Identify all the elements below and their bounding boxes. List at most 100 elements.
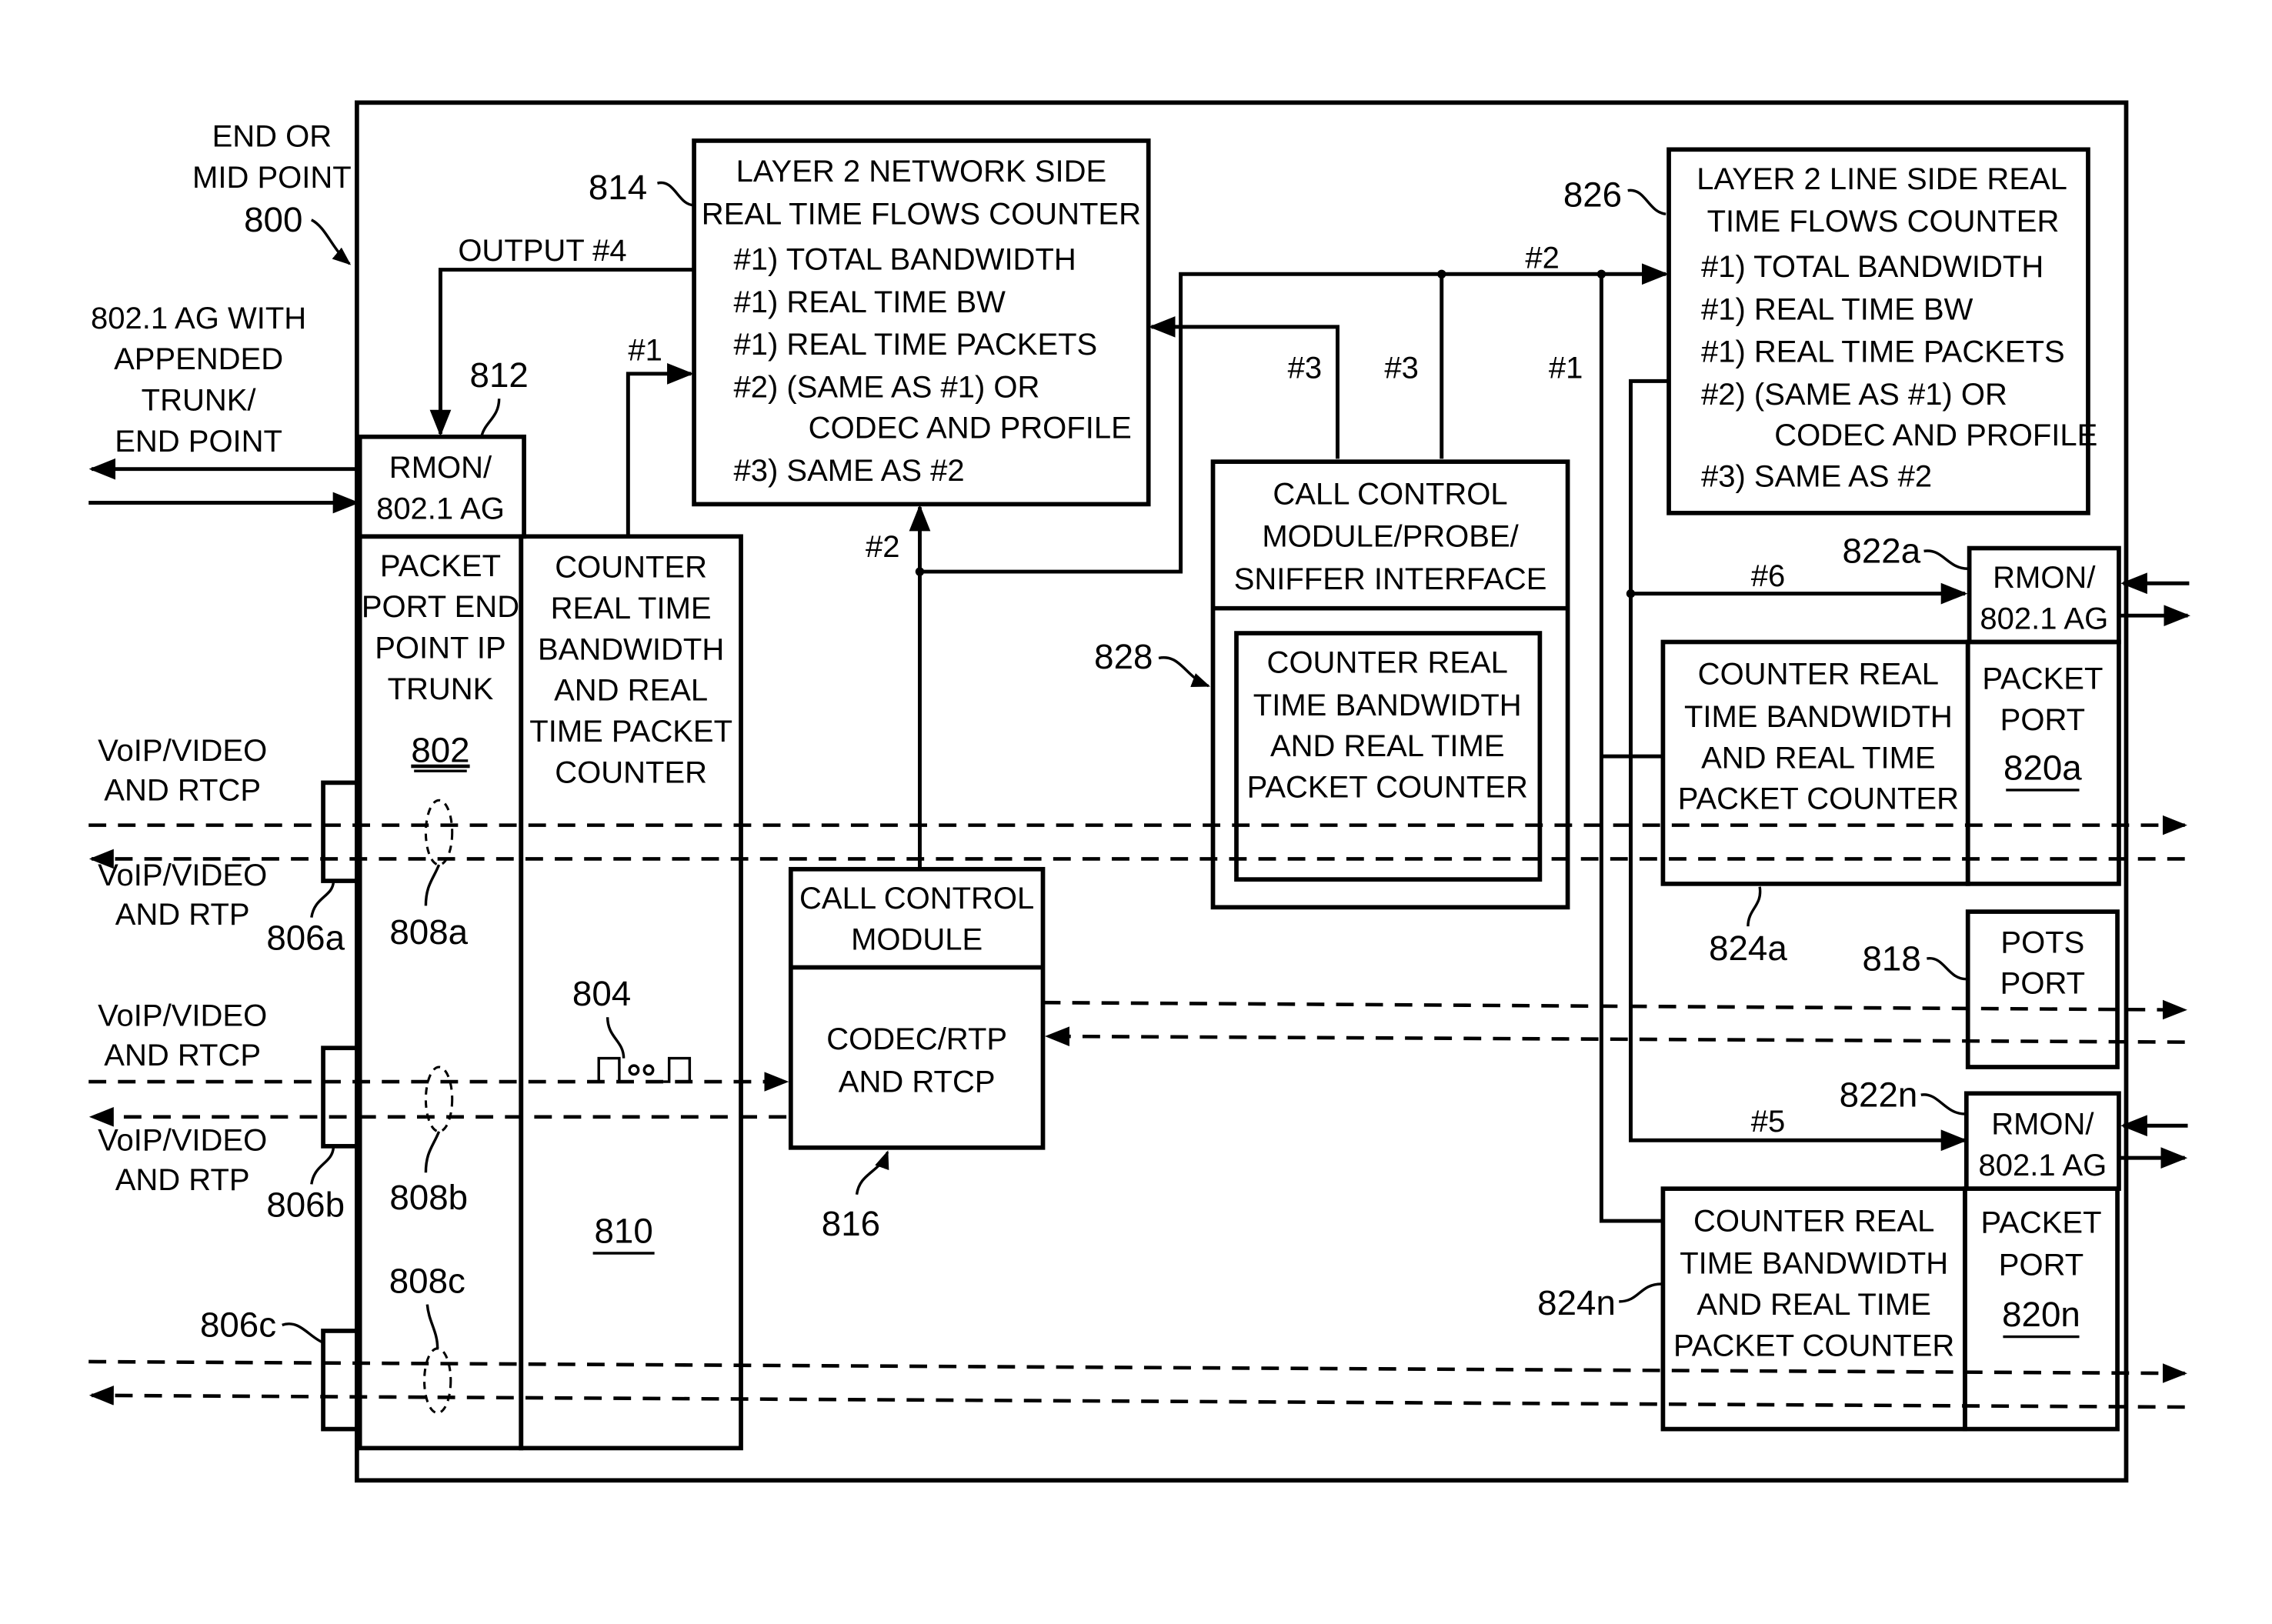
network-side-counter-814-block [692,138,1151,507]
switch-804-left [592,1056,621,1083]
tap-808b [424,1065,454,1133]
packet-port-820a-line1: PACKET [1982,662,2103,695]
leader-804 [606,1017,626,1059]
end-point-label-line2: MID POINT [192,161,352,195]
leader-822n [1920,1093,1966,1115]
counter-810-line3: BANDWIDTH [538,632,724,666]
counter-810-line1: COUNTER [555,551,707,585]
connector-2-label-top: #2 [1525,242,1559,275]
leader-824a [1747,886,1762,927]
ref-824n: 824n [1537,1283,1616,1322]
network-814-line3: #1) TOTAL BANDWIDTH [734,243,1076,277]
leader-818 [1927,957,1967,981]
ref-808a: 808a [389,912,468,952]
probe-828-inner2: TIME BANDWIDTH [1253,689,1522,722]
junction-dot [915,567,925,576]
ref-804: 804 [572,974,631,1013]
pots-818-line2: PORT [2000,967,2085,1001]
flow-label-rtcp-a-2: AND RTCP [104,773,261,807]
packet-port-802-line1: PACKET [380,549,501,583]
patent-figure-diagram: END OR MID POINT 800 802.1 AG WITH APPEN… [88,100,2190,1483]
flow-pots-inbound [1045,1026,2185,1046]
switch-804-contact [628,1064,640,1076]
flow-c-inbound [88,1386,2185,1409]
line-826-line7: CODEC AND PROFILE [1774,419,2097,452]
probe-828-inner4: PACKET COUNTER [1247,770,1528,804]
trunk-label-line2: APPENDED [114,342,283,376]
ref-808b: 808b [389,1178,468,1217]
ref-822n: 822n [1840,1075,1918,1114]
network-814-line5: #1) REAL TIME PACKETS [734,328,1098,362]
rmon-822n-line1: RMON/ [1991,1108,2094,1142]
packet-port-820n-line1: PACKET [1980,1205,2101,1239]
probe-828-inner3: AND REAL TIME [1270,729,1505,763]
leader-806a [310,882,335,919]
flow-label-rtp-b-2: AND RTP [115,1163,250,1197]
ref-820a: 820a [2003,749,2082,788]
ref-800: 800 [244,200,302,239]
counter-824n-line1: COUNTER REAL [1693,1204,1934,1238]
junction-dot [1626,589,1636,599]
ref-802: 802 [411,731,469,770]
rmon-812-line2: 802.1 AG [376,492,505,525]
ref-822a: 822a [1842,532,1920,571]
line-826-line5: #1) REAL TIME PACKETS [1701,335,2065,369]
flow-label-rtp-b-1: VoIP/VIDEO [98,1124,267,1158]
counter-810-line6: COUNTER [555,755,707,789]
rmon-822a-line1: RMON/ [1993,561,2096,595]
line-826-line1: LAYER 2 LINE SIDE REAL [1696,162,2067,196]
line-826-line4: #1) REAL TIME BW [1701,292,1973,326]
network-814-line1: LAYER 2 NETWORK SIDE [736,155,1107,188]
ref-814: 814 [589,168,647,207]
leader-822a [1923,549,1968,570]
counter-824a-line1: COUNTER REAL [1698,658,1939,692]
ref-826: 826 [1563,175,1622,215]
network-814-line8: #3) SAME AS #2 [734,454,965,488]
counter-810-line4: AND REAL [554,674,708,708]
end-point-label-line1: END OR [212,120,332,154]
leader-806b [310,1147,335,1185]
port-806b [321,1045,359,1149]
tap-808c [422,1347,452,1415]
leader-808a [424,864,441,906]
leader-812 [480,398,501,438]
network-814-line7: CODEC AND PROFILE [809,412,1132,445]
leader-824n [1619,1282,1662,1303]
connector-5-label: #5 [1751,1105,1786,1139]
ref-818: 818 [1863,939,1921,978]
line-826-line2: TIME FLOWS COUNTER [1707,205,2060,238]
line-826-line8: #3) SAME AS #2 [1701,460,1932,494]
output-4-label: OUTPUT #4 [458,234,626,268]
leader-816 [855,1150,889,1195]
flow-label-rtp-a-2: AND RTP [115,898,250,932]
probe-828-title2: MODULE/PROBE/ [1262,520,1519,554]
leader-808c [425,1304,439,1349]
connector-3-label-a: #3 [1288,352,1323,385]
packet-port-802-line3: POINT IP [375,631,505,665]
leader-814 [657,181,695,207]
leader-828 [1158,656,1211,688]
port-806a [321,780,359,883]
network-814-line2: REAL TIME FLOWS COUNTER [702,198,1141,232]
ref-806a: 806a [266,919,345,958]
counter-824n-line4: PACKET COUNTER [1673,1329,1954,1362]
rmon-812-line1: RMON/ [389,451,492,485]
ref-816: 816 [822,1204,880,1243]
counter-824a-line3: AND REAL TIME [1701,741,1936,775]
tap-808a [424,799,454,866]
counter-824n-line3: AND REAL TIME [1696,1288,1931,1322]
ref-812: 812 [470,355,529,395]
flow-label-rtp-a-1: VoIP/VIDEO [98,859,267,892]
packet-port-802-line2: PORT END [362,590,519,624]
ref-806c: 806c [200,1306,276,1345]
connector-1-to-814 [626,362,694,537]
flow-pots-outbound [1043,999,2187,1020]
trunk-label-line4: END POINT [115,425,282,459]
ref-808c: 808c [389,1261,465,1300]
connector-1-label-right: #1 [1549,352,1583,385]
flow-label-rtcp-b-2: AND RTCP [104,1039,261,1072]
port-806c [321,1329,359,1432]
leader-800 [310,218,352,265]
ref-828: 828 [1094,637,1153,676]
connector-3-label-b: #3 [1384,352,1419,385]
